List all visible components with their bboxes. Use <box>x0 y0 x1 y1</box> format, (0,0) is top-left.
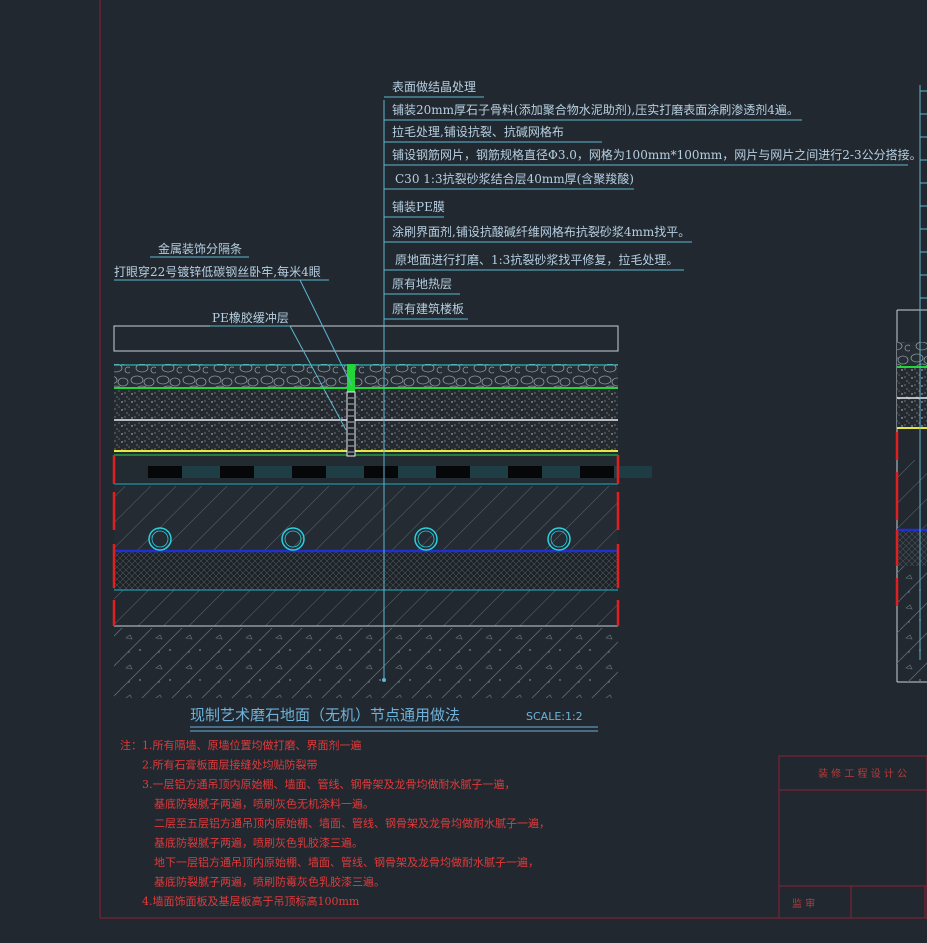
layer-label-6: 铺装PE膜 <box>392 200 445 214</box>
title-block-footer: 监 审 <box>792 897 815 910</box>
mesh-gap <box>614 466 652 478</box>
layer-label-10: 原有建筑楼板 <box>392 301 464 316</box>
mesh-block <box>364 466 398 478</box>
layer-label-7: 涂刷界面剂,铺设抗酸碱纤维网格布抗裂砂浆4mm找平。 <box>392 224 690 239</box>
drawing-caption: 现制艺术磨石地面（无机）节点通用做法 SCALE:1:2 <box>190 706 598 732</box>
mesh-gap <box>542 466 580 478</box>
mesh-gap <box>182 466 220 478</box>
note-line-7: 地下一层铝方通吊顶内原始棚、墙面、管线、钢骨架及龙骨均做耐水腻子一遍， <box>154 855 539 869</box>
layer-label-8: 原地面进行打磨、1:3抗裂砂浆找平修复，拉毛处理。 <box>395 252 678 267</box>
strip-fix-label: 打眼穿22号镀锌低碳钢丝卧牢,每米4眼 <box>114 264 321 279</box>
note-line-9: 4.墙面饰面板及基层板高于吊顶标高100mm <box>142 894 360 908</box>
layer-label-9: 原有地热层 <box>392 277 452 291</box>
note-line-1: 注：1.所有隔墙、原墙位置均做打磨、界面剂一遍 <box>120 738 362 752</box>
mesh-gap <box>398 466 436 478</box>
layer-callouts: 表面做结晶处理铺装20mm厚石子骨料(添加聚合物水泥助剂),压实打磨表面涂刷渗透… <box>384 79 922 320</box>
note-line-8: 基底防裂腻子两遍，喷刷防霉灰色乳胶漆三遍。 <box>154 875 385 889</box>
pe-buffer-label: PE橡胶缓冲层 <box>212 310 289 325</box>
mesh-block <box>220 466 254 478</box>
layer-label-1: 表面做结晶处理 <box>392 79 476 94</box>
construction-notes: 注：1.所有隔墙、原墙位置均做打磨、界面剂一遍 2.所有石膏板面层接缝处均贴防裂带… <box>120 738 550 908</box>
note-line-5: 二层至五层铝方通吊顶内原始棚、墙面、管线、钢骨架及龙骨均做耐水腻子一遍， <box>154 816 550 830</box>
mesh-block <box>292 466 326 478</box>
title-block: 装 修 工 程 设 计 公 监 审 <box>778 755 927 919</box>
mesh-gap <box>470 466 508 478</box>
note-line-2: 2.所有石膏板面层接缝处均贴防裂带 <box>142 758 318 772</box>
floor-section-drawing: 表面做结晶处理铺装20mm厚石子骨料(添加聚合物水泥助剂),压实打磨表面涂刷渗透… <box>99 0 927 919</box>
strip-label: 金属装饰分隔条 <box>158 241 242 256</box>
mesh-gap <box>254 466 292 478</box>
mesh-gap <box>326 466 364 478</box>
mesh-block <box>148 466 182 478</box>
note-line-4: 基底防裂腻子两遍，喷刷灰色无机涂料一遍。 <box>154 797 374 811</box>
floor-section <box>112 100 652 698</box>
mesh-block <box>436 466 470 478</box>
layer-label-5: C30 1:3抗裂砂浆结合层40mm厚(含聚羧酸) <box>395 171 634 186</box>
cad-drawing-canvas[interactable]: 表面做结晶处理铺装20mm厚石子骨料(添加聚合物水泥助剂),压实打磨表面涂刷渗透… <box>0 0 927 943</box>
mesh-block <box>580 466 614 478</box>
layer-label-3: 拉毛处理,铺设抗裂、抗碱网格布 <box>392 124 564 139</box>
title-block-header: 装 修 工 程 设 计 公 <box>818 767 907 780</box>
layer-label-2: 铺装20mm厚石子骨料(添加聚合物水泥助剂),压实打磨表面涂刷渗透剂4遍。 <box>392 102 799 117</box>
drawing-title: 现制艺术磨石地面（无机）节点通用做法 <box>190 706 460 724</box>
note-line-6: 基底防裂腻子两遍，喷刷灰色乳胶漆三遍。 <box>154 836 363 850</box>
steel-mesh-blocks <box>148 466 652 478</box>
mesh-block <box>508 466 542 478</box>
note-line-3: 3.一层铝方通吊顶内原始棚、墙面、管线、钢骨架及龙骨均做耐水腻子一遍， <box>142 777 516 791</box>
adjacent-section-partial <box>895 85 927 683</box>
drawing-scale: SCALE:1:2 <box>526 710 583 723</box>
layer-label-4: 铺设钢筋网片，钢筋规格直径Φ3.0，网格为100mm*100mm，网片与网片之间… <box>392 147 922 162</box>
